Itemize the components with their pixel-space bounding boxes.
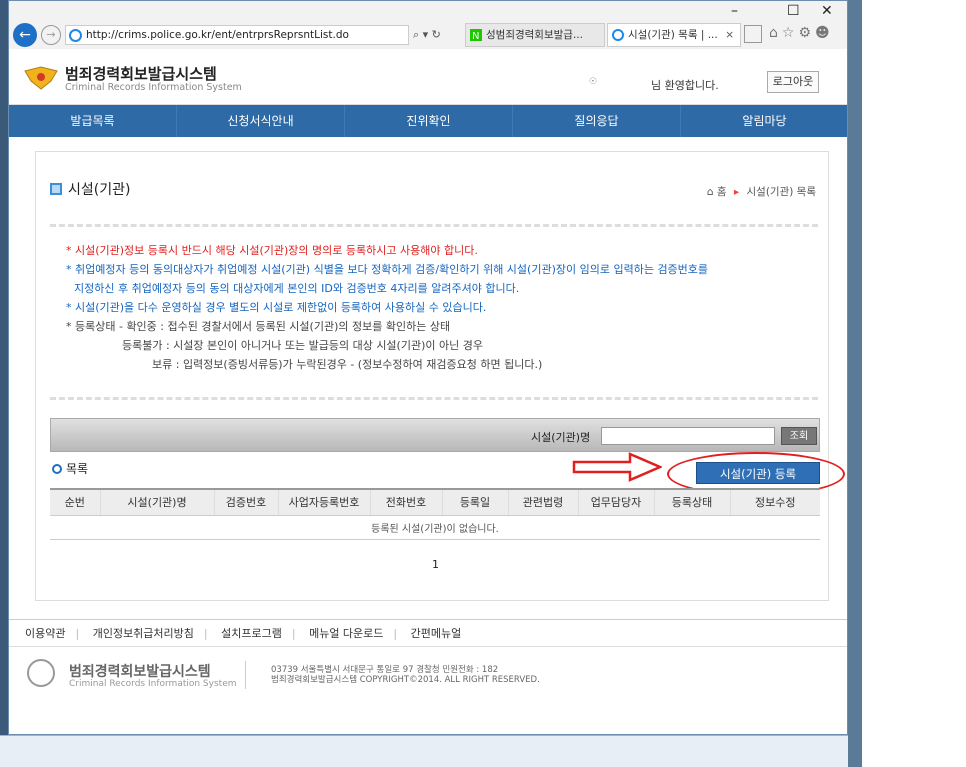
breadcrumb: ⌂ 홈 ▸ 시설(기관) 목록: [707, 184, 816, 199]
close-window-icon[interactable]: ✕: [821, 3, 833, 19]
list-bullet-icon: [52, 464, 62, 474]
table-row: 등록된 시설(기관)이 없습니다.: [50, 515, 820, 540]
facility-name-input[interactable]: [601, 427, 775, 445]
search-label: 시설(기관)명: [531, 431, 591, 444]
footer-copyright: 범죄경력회보발급시스템 COPYRIGHT©2014. ALL RIGHT RE…: [271, 675, 540, 685]
info-dot-icon: ☉: [589, 77, 598, 87]
search-button[interactable]: 조회: [781, 427, 817, 445]
col-header: 정보수정: [730, 488, 820, 516]
list-heading: 목록: [52, 460, 88, 477]
ie-logo-icon: [69, 29, 82, 42]
footer-link-privacy[interactable]: 개인정보취급처리방침: [93, 627, 194, 640]
nav-item-verification[interactable]: 진위확인: [345, 105, 513, 137]
address-bar[interactable]: http://crims.police.go.kr/ent/entrprsRep…: [65, 25, 409, 45]
footer-emblem-icon: [27, 659, 55, 687]
footer-divider: [245, 661, 246, 689]
back-arrow-icon[interactable]: ←: [13, 23, 37, 47]
facility-table: 순번 시설(기관)명 검증번호 사업자등록번호 전화번호 등록일 관련법령 업무…: [50, 488, 820, 540]
toolbar-icons[interactable]: ⌂☆⚙☻: [769, 25, 834, 41]
home-icon[interactable]: ⌂: [707, 186, 714, 198]
footer-address-line: 03739 서울특별시 서대문구 통일로 97 경찰청 민원전화 : 182: [271, 665, 499, 675]
desktop-strip: [848, 0, 862, 767]
footer-subtitle: Criminal Records Information System: [69, 679, 237, 689]
browser-toolbar: ← → http://crims.police.go.kr/ent/entrpr…: [9, 1, 847, 49]
content-panel: 시설(기관) ⌂ 홈 ▸ 시설(기관) 목록 * 시설(기관)정보 등록시 반드…: [35, 151, 845, 601]
address-url: http://crims.police.go.kr/ent/entrprsRep…: [86, 29, 349, 41]
site-title[interactable]: 범죄경력회보발급시스템: [65, 63, 217, 84]
footer-links: 이용약관 | 개인정보취급처리방침 | 설치프로그램 | 메뉴얼 다운로드 | 간편메뉴…: [9, 619, 847, 647]
police-emblem-icon: [24, 66, 58, 90]
col-header: 전화번호: [370, 488, 443, 516]
notice-line: * 등록상태 - 확인중 : 접수된 경찰서에서 등록된 시설(기관)의 정보를…: [66, 320, 451, 333]
page-number[interactable]: 1: [432, 558, 439, 571]
forward-arrow-icon[interactable]: →: [41, 25, 61, 45]
nav-item-form-guide[interactable]: 신청서식안내: [177, 105, 345, 137]
footer-link-install[interactable]: 설치프로그램: [221, 627, 282, 640]
col-header: 순번: [50, 488, 101, 516]
title-square-icon: [50, 183, 62, 195]
nav-item-qna[interactable]: 질의응답: [513, 105, 681, 137]
notice-line: * 취업예정자 등의 동의대상자가 취업예정 시설(기관) 식별을 보다 정확하…: [66, 263, 709, 276]
desktop-background-bottom: [0, 735, 848, 767]
minimize-icon[interactable]: –: [731, 3, 738, 19]
page-title: 시설(기관): [50, 179, 130, 199]
col-header: 업무담당자: [578, 488, 655, 516]
browser-window: ← → http://crims.police.go.kr/ent/entrpr…: [8, 0, 848, 735]
col-header: 시설(기관)명: [100, 488, 215, 516]
new-tab-button[interactable]: [744, 25, 762, 43]
notice-line: 지정하신 후 취업예정자 등의 동의 대상자에게 본인의 ID와 검증번호 4자…: [74, 282, 520, 295]
footer-address: 03739 서울특별시 서대문구 통일로 97 경찰청 민원전화 : 182 범…: [271, 665, 540, 685]
notice-line: * 시설(기관)정보 등록시 반드시 해당 시설(기관)장의 명의로 등록하시고…: [66, 244, 478, 257]
desktop-background-right: [848, 0, 966, 767]
logout-button[interactable]: 로그아웃: [767, 71, 819, 93]
site-subtitle: Criminal Records Information System: [65, 82, 242, 93]
nav-item-notice[interactable]: 알림마당: [681, 105, 847, 137]
notice-line: 보류 : 입력정보(증빙서류등)가 누락된경우 - (정보수정하여 재검증요청 …: [152, 358, 543, 371]
breadcrumb-arrow-icon: ▸: [733, 186, 740, 198]
search-refresh-icons[interactable]: ⌕ ▾ ↻: [413, 25, 459, 45]
svg-text:N: N: [472, 31, 479, 41]
table-header-row: 순번 시설(기관)명 검증번호 사업자등록번호 전화번호 등록일 관련법령 업무…: [50, 488, 820, 516]
naver-icon: N: [470, 29, 482, 41]
welcome-text: 님 환영합니다.: [651, 79, 719, 92]
footer-link-manual[interactable]: 메뉴얼 다운로드: [309, 627, 383, 640]
maximize-icon[interactable]: ☐: [787, 3, 800, 19]
search-bar: 시설(기관)명 조회: [50, 418, 820, 452]
footer-link-quick-manual[interactable]: 간편메뉴얼: [411, 627, 462, 640]
empty-message: 등록된 시설(기관)이 없습니다.: [50, 515, 820, 540]
col-header: 검증번호: [214, 488, 279, 516]
tab-crims[interactable]: N 성범죄경력회보발급...: [465, 23, 605, 47]
site-header: 범죄경력회보발급시스템 Criminal Records Information…: [9, 49, 847, 105]
col-header: 사업자등록번호: [278, 488, 371, 516]
desktop-background-left: [0, 0, 8, 767]
ie-tab-icon: [612, 29, 624, 41]
tab-label: 성범죄경력회보발급...: [486, 29, 583, 41]
footer-link-terms[interactable]: 이용약관: [25, 627, 65, 640]
notice-line: * 시설(기관)을 다수 운영하실 경우 별도의 시설로 제한없이 등록하여 사…: [66, 301, 487, 314]
breadcrumb-home[interactable]: 홈: [717, 186, 727, 198]
tab-label: 시설(기관) 목록 | ...: [628, 29, 718, 41]
red-arrow-annotation: [572, 452, 662, 482]
tab-facility-list[interactable]: 시설(기관) 목록 | ... ×: [607, 23, 741, 47]
col-header: 등록상태: [654, 488, 731, 516]
col-header: 관련법령: [508, 488, 579, 516]
breadcrumb-current: 시설(기관) 목록: [746, 186, 817, 198]
col-header: 등록일: [442, 488, 509, 516]
notice-line: 등록불가 : 시설장 본인이 아니거나 또는 발급등의 대상 시설(기관)이 아…: [122, 339, 483, 352]
footer-title: 범죄경력회보발급시스템: [69, 664, 211, 680]
notice-box: * 시설(기관)정보 등록시 반드시 해당 시설(기관)장의 명의로 등록하시고…: [50, 224, 818, 400]
tab-close-icon[interactable]: ×: [725, 24, 734, 46]
nav-item-issue-list[interactable]: 발급목록: [9, 105, 177, 137]
main-nav: 발급목록 신청서식안내 진위확인 질의응답 알림마당: [9, 105, 847, 137]
